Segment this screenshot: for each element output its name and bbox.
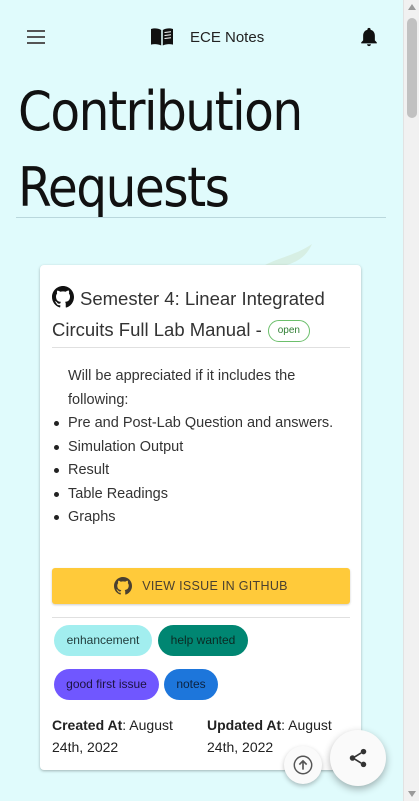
hamburger-icon-line (27, 42, 45, 44)
hamburger-icon-line (27, 36, 45, 38)
menu-button[interactable] (26, 27, 46, 47)
brand[interactable]: ECE Notes (150, 26, 264, 48)
hamburger-icon (27, 30, 45, 32)
issue-description: Will be appreciated if it includes the f… (54, 365, 338, 530)
list-item: Graphs (54, 506, 338, 530)
page-title: Contribution Requests (18, 80, 303, 219)
issue-card: Semester 4: Linear Integrated Circuits F… (40, 265, 361, 770)
share-icon (349, 748, 367, 768)
github-icon (114, 577, 133, 595)
scroll-up-arrow[interactable] (408, 4, 416, 10)
label-help-wanted[interactable]: help wanted (158, 625, 248, 656)
divider (52, 347, 350, 348)
github-icon (52, 286, 74, 308)
label-good-first-issue[interactable]: good first issue (54, 669, 159, 700)
list-item: Result (54, 459, 338, 483)
title-divider (16, 217, 386, 218)
issue-title-row: Semester 4: Linear Integrated Circuits F… (52, 283, 352, 345)
list-item: Simulation Output (54, 436, 338, 460)
label-enhancement[interactable]: enhancement (54, 625, 152, 656)
divider (52, 617, 350, 618)
scrollbar-thumb[interactable] (407, 18, 417, 118)
list-item: Table Readings (54, 483, 338, 507)
list-item: Pre and Post-Lab Question and answers. (54, 412, 338, 436)
top-app-bar: ECE Notes (0, 0, 403, 74)
arrow-up-circle-icon (293, 755, 313, 775)
share-button[interactable] (330, 730, 386, 786)
view-issue-in-github-button[interactable]: VIEW ISSUE IN GITHUB (52, 568, 350, 604)
scroll-to-top-button[interactable] (284, 746, 322, 784)
page: ECE Notes Contribution Requests Semester… (0, 0, 403, 801)
bell-icon[interactable] (358, 25, 380, 49)
status-badge: open (267, 320, 310, 342)
created-at-label: Created At (52, 717, 123, 733)
scroll-down-arrow[interactable] (408, 791, 416, 797)
updated-at-label: Updated At (207, 717, 282, 733)
requirements-list: Pre and Post-Lab Question and answers. S… (54, 412, 338, 530)
app-title: ECE Notes (190, 28, 265, 46)
open-book-icon (151, 28, 173, 46)
label-notes[interactable]: notes (164, 669, 218, 700)
scrollbar[interactable] (403, 0, 419, 801)
view-issue-label: VIEW ISSUE IN GITHUB (142, 579, 288, 593)
description-intro: Will be appreciated if it includes the f… (68, 368, 296, 408)
created-at: Created At: August 24th, 2022 (52, 714, 202, 758)
